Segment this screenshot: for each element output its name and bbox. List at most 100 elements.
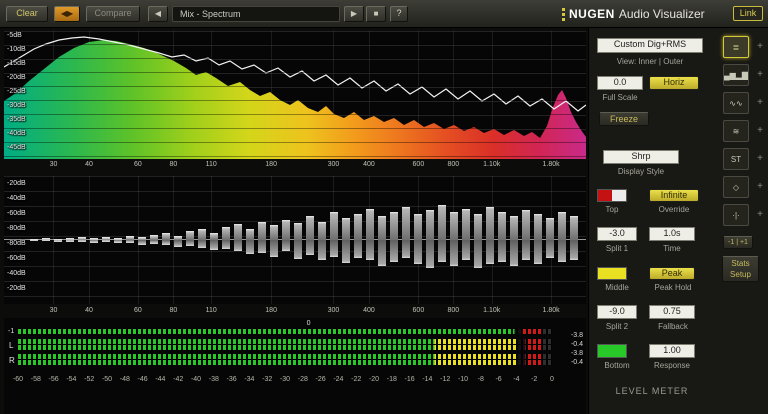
meter-scale-label: -42	[173, 376, 184, 383]
nudge-button[interactable]: -1 | +1	[723, 236, 753, 249]
histogram-bar-down	[78, 240, 86, 242]
histogram-bar-down	[270, 240, 278, 257]
meter-preset-select[interactable]: Custom Dig+RMS	[597, 38, 703, 53]
histogram-bar-down	[474, 240, 482, 268]
histogram-bar	[258, 176, 266, 304]
nugen-dots-icon	[562, 7, 565, 22]
meter-view-button[interactable]: ≣	[723, 36, 749, 58]
brand-logo: NUGEN Audio Visualizer	[562, 4, 705, 24]
db-scale-label: -35dB	[7, 116, 26, 123]
add-view-button[interactable]: +	[755, 210, 765, 220]
full-scale-label: Full Scale	[602, 93, 638, 102]
meter-scale-label: -6	[495, 376, 502, 383]
add-view-button[interactable]: +	[755, 98, 765, 108]
histogram-bar-down	[570, 240, 578, 260]
freeze-button[interactable]: Freeze	[599, 112, 649, 126]
meter-scale-label: -52	[84, 376, 95, 383]
play-button[interactable]: ▶	[344, 6, 364, 22]
add-view-button[interactable]: +	[755, 154, 765, 164]
histogram-view-button[interactable]: ▄▆▂▇	[723, 64, 749, 86]
view-slot-row: ◇ +	[723, 176, 765, 198]
frequency-scale-label: 800	[447, 307, 460, 314]
histogram-bar-down	[462, 240, 470, 260]
stereo-view-button[interactable]: ST	[723, 148, 749, 170]
spectrogram-view-icon: ≋	[732, 126, 740, 136]
frequency-scale-label: 1.10k	[483, 307, 501, 314]
histogram-bar-down	[294, 240, 302, 259]
add-view-button[interactable]: +	[755, 126, 765, 136]
histogram-bar	[570, 176, 578, 304]
stop-button[interactable]: ■	[366, 6, 386, 22]
histogram-bar-up	[330, 212, 338, 240]
meter-scale-label: -40	[190, 376, 202, 383]
view-slot-row: ≋ +	[723, 120, 765, 142]
correlation-view-button[interactable]: ·|·	[723, 204, 749, 226]
link-button[interactable]: Link	[733, 6, 763, 21]
full-scale-field[interactable]: 0.0	[597, 76, 643, 90]
wave-view-button[interactable]: ∿∿	[723, 92, 749, 114]
histogram-bar-up	[186, 231, 194, 240]
zoom-zero-label: 0	[306, 320, 311, 327]
response-field[interactable]: 1.00	[649, 344, 695, 358]
histogram-bars	[30, 176, 582, 304]
db-scale-label: -5dB	[7, 32, 22, 39]
histogram-bar-down	[486, 240, 494, 264]
meter-scale-label: -22	[351, 376, 362, 383]
middle-color-swatch[interactable]	[597, 267, 627, 280]
previous-preset-button[interactable]: ◀	[148, 6, 168, 22]
histogram-bar-down	[438, 240, 446, 262]
top-color-swatch[interactable]	[597, 189, 627, 202]
histogram-bar-down	[354, 240, 362, 258]
swap-compare-button[interactable]: ◀▶	[54, 6, 80, 22]
clear-button[interactable]: Clear	[6, 6, 48, 22]
meter-readout-value: -0.4	[570, 341, 583, 348]
meter-readout-value: -0.4	[570, 359, 583, 366]
histogram-bar-up	[426, 210, 434, 240]
histogram-view-icon: ▄▆▂▇	[723, 70, 749, 80]
db-scale-label: -10dB	[7, 46, 26, 53]
horiz-button[interactable]: Horiz	[649, 76, 699, 90]
meter-scale-label: -14	[422, 376, 433, 383]
vectorscope-view-button[interactable]: ◇	[723, 176, 749, 198]
help-button[interactable]: ?	[390, 6, 408, 22]
wave-view-icon: ∿∿	[729, 98, 743, 108]
view-slot-row: ≣ +	[723, 36, 765, 58]
add-view-button[interactable]: +	[755, 70, 765, 80]
split1-field[interactable]: -3.0	[597, 227, 637, 241]
preset-select[interactable]: Mix - Spectrum	[172, 6, 340, 22]
add-view-button[interactable]: +	[755, 42, 765, 52]
meter-scale-label: -36	[226, 376, 237, 383]
histogram-bar	[66, 176, 74, 304]
spectrum-analyzer-panel: -5dB -10dB -15dB -20dB -25dB -30dB -35dB -40dB -…	[4, 31, 586, 159]
display-style-select[interactable]: Shrp	[603, 150, 679, 164]
add-view-button[interactable]: +	[755, 182, 765, 192]
histogram-bar-up	[222, 227, 230, 240]
split2-field[interactable]: -9.0	[597, 305, 637, 319]
bottom-color-swatch[interactable]	[597, 344, 627, 358]
histogram-bar-down	[378, 240, 386, 266]
fallback-field[interactable]: 0.75	[649, 305, 695, 319]
db-scale-label: -80dB	[7, 225, 26, 232]
frequency-scale-label: 110	[205, 161, 217, 168]
histogram-bar	[450, 176, 458, 304]
meter-scale-label: -38	[208, 376, 219, 383]
peak-button[interactable]: Peak	[649, 267, 695, 280]
meter-scale-label: -24	[333, 376, 344, 383]
meter-scale-label: -60	[12, 376, 24, 383]
compare-button[interactable]: Compare	[86, 6, 140, 22]
histogram-bar-up	[258, 222, 266, 240]
view-slot-row: ·|· +	[723, 204, 765, 226]
stats-setup-button[interactable]: Stats Setup	[722, 256, 759, 282]
histogram-bar	[558, 176, 566, 304]
db-scale-label: -40dB	[7, 195, 26, 202]
histogram-bar	[462, 176, 470, 304]
histogram-bar	[354, 176, 362, 304]
histogram-bar	[474, 176, 482, 304]
histogram-bar-down	[66, 240, 74, 242]
frequency-scale-label: 180	[265, 307, 277, 314]
override-button[interactable]: Infinite	[649, 189, 699, 202]
app-window: Clear ◀▶ Compare ◀ Mix - Spectrum ▶ ■ ? …	[0, 0, 768, 414]
spectrogram-view-button[interactable]: ≋	[723, 120, 749, 142]
time-field[interactable]: 1.0s	[649, 227, 695, 241]
view-slot-row: ∿∿ +	[723, 92, 765, 114]
